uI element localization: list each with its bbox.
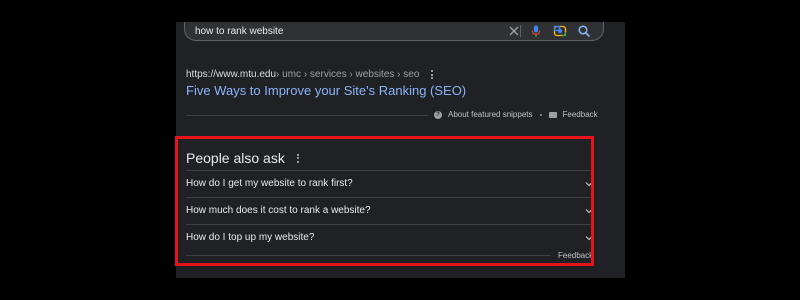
more-options-icon[interactable]: [431, 70, 434, 79]
result-breadcrumb: › umc › services › websites › seo: [276, 69, 420, 80]
close-icon[interactable]: [507, 24, 521, 38]
snippet-footer: ? About featured snippets Feedback: [434, 110, 598, 119]
highlight-box: [175, 136, 594, 266]
camera-icon[interactable]: [553, 24, 567, 38]
feedback-icon: [548, 111, 557, 118]
divider: [186, 115, 428, 116]
about-featured-snippets-link[interactable]: About featured snippets: [448, 110, 533, 119]
feedback-link[interactable]: Feedback: [563, 110, 598, 119]
mic-icon[interactable]: [529, 24, 543, 38]
help-icon: ?: [434, 110, 442, 119]
result-url[interactable]: https://www.mtu.edu: [186, 69, 276, 80]
dot-separator: [539, 113, 542, 116]
result-title-link[interactable]: Five Ways to Improve your Site's Ranking…: [186, 83, 466, 98]
result-url-row[interactable]: https://www.mtu.edu › umc › services › w…: [186, 69, 434, 80]
search-icon[interactable]: [577, 24, 591, 38]
search-bar[interactable]: how to rank website: [184, 22, 604, 41]
search-bar-divider: [520, 25, 521, 37]
search-input[interactable]: how to rank website: [195, 26, 283, 37]
